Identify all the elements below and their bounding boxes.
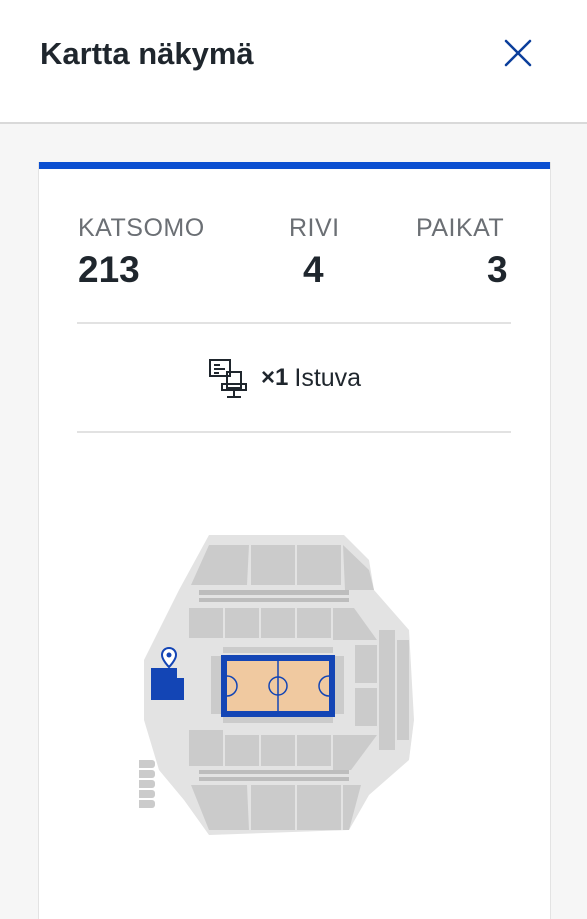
row-label: RIVI [289,214,340,242]
section-label: KATSOMO [78,214,205,242]
ticket-card: KATSOMO 213 RIVI 4 PAIKAT 3 ×1 Istuva [38,162,551,919]
upper-sections [191,545,374,590]
bottom-sections [191,785,361,830]
venue-map[interactable] [139,530,419,840]
basketball-court [221,655,335,717]
card-accent-bar [39,162,550,169]
side-stairs [139,760,155,808]
seats-value: 3 [487,249,508,290]
seat-chair-icon [209,359,247,398]
page-title: Kartta näkymä [40,36,254,71]
close-x-icon [504,39,532,67]
ticket-quantity: ×1 [261,364,289,391]
section-value: 213 [78,249,140,290]
seats-label: PAIKAT [416,214,505,242]
header: Kartta näkymä [0,0,587,124]
divider [77,322,511,324]
lower-sections [189,730,377,770]
mid-upper-sections [189,608,377,640]
row-value: 4 [303,249,324,290]
divider [77,431,511,433]
ticket-type: ×1 Istuva [207,356,361,400]
close-button[interactable] [498,33,538,73]
ticket-type-label: Istuva [294,363,362,392]
